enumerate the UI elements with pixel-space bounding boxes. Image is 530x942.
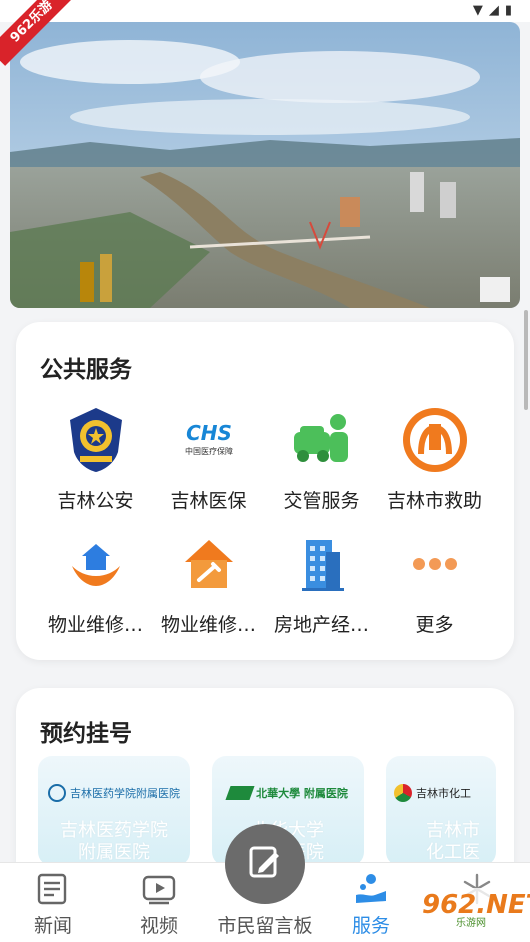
status-icons: ▼ ◢ ▮: [473, 2, 512, 20]
video-icon: [141, 871, 177, 907]
message-board-fab[interactable]: [225, 824, 305, 904]
service-label: 房地产经…: [273, 614, 369, 636]
svg-text:中国医疗保障: 中国医疗保障: [185, 446, 233, 456]
hospital-logo: 吉林医药学院附属医院: [46, 778, 182, 808]
service-real-estate[interactable]: 房地产经…: [265, 528, 378, 637]
svg-text:CHS: CHS: [186, 421, 232, 445]
service-property-repair-2[interactable]: 物业维修…: [152, 528, 265, 637]
service-label: 物业维修…: [47, 614, 143, 636]
tab-label: 新闻: [33, 915, 72, 937]
scrollbar[interactable]: [524, 310, 528, 410]
service-more[interactable]: 更多: [378, 528, 491, 637]
service-property-repair-1[interactable]: 物业维修…: [39, 528, 152, 637]
wifi-icon: ▼: [472, 3, 483, 18]
building-icon: [286, 528, 358, 600]
service-traffic[interactable]: 交管服务: [265, 404, 378, 513]
status-bar: ▼ ◢ ▮: [0, 0, 530, 22]
message-board-icon: [245, 842, 285, 886]
city-aerial-image: [10, 22, 520, 308]
service-label: 更多: [415, 614, 454, 636]
house-wrench-icon: [173, 528, 245, 600]
service-label: 物业维修…: [160, 614, 256, 636]
signal-icon: ◢: [488, 3, 499, 18]
service-medical-insurance[interactable]: CHS 中国医疗保障 吉林医保: [152, 404, 265, 513]
hero-banner[interactable]: [10, 22, 520, 308]
service-label: 吉林市救助: [386, 490, 482, 512]
watermark-sub: 乐游网: [456, 918, 486, 929]
hospital-name: 吉林医药学院 附属医院: [60, 820, 168, 863]
tab-label: 市民留言板: [217, 915, 313, 937]
watermark-logo: 962.NET 乐游网: [396, 888, 530, 929]
house-hands-icon: [60, 528, 132, 600]
tab-video[interactable]: 视频: [106, 863, 212, 942]
hospital-emblem-icon: [394, 784, 412, 802]
police-badge-icon: [60, 404, 132, 476]
service-label: 交管服务: [283, 490, 360, 512]
news-icon: [35, 871, 71, 907]
service-police[interactable]: 吉林公安: [39, 404, 152, 513]
chs-medical-insurance-icon: CHS 中国医疗保障: [173, 404, 245, 476]
hospital-emblem-icon: [48, 784, 66, 802]
relief-icon: [399, 404, 471, 476]
tab-news[interactable]: 新闻: [0, 863, 106, 942]
battery-icon: ▮: [504, 3, 512, 18]
traffic-management-icon: [286, 404, 358, 476]
service-label: 吉林医保: [170, 490, 247, 512]
hospital-logo: 北華大學 附属医院: [220, 778, 356, 808]
service-label: 吉林公安: [57, 490, 134, 512]
service-relief[interactable]: 吉林市救助: [378, 404, 491, 513]
public-services-card: 公共服务 吉林公安 CHS 中国医疗保障 吉林医保 交管服务 吉林市救助 物业维…: [16, 322, 514, 660]
hospital-emblem-icon: [225, 786, 255, 800]
section-title-public-services: 公共服务: [40, 357, 132, 383]
hospital-card-jilin-medical[interactable]: 吉林医药学院附属医院 吉林医药学院 附属医院: [38, 756, 190, 866]
hospital-name: 吉林市 化工医院: [426, 820, 480, 866]
section-title-appointment: 预约挂号: [40, 721, 132, 747]
service-icon: [353, 871, 389, 907]
hospital-card-chemical[interactable]: 吉林市化工 吉林市 化工医院: [386, 756, 496, 866]
tab-label: 视频: [139, 915, 178, 937]
hospital-logo: 吉林市化工: [394, 778, 488, 808]
more-dots-icon: [399, 528, 471, 600]
